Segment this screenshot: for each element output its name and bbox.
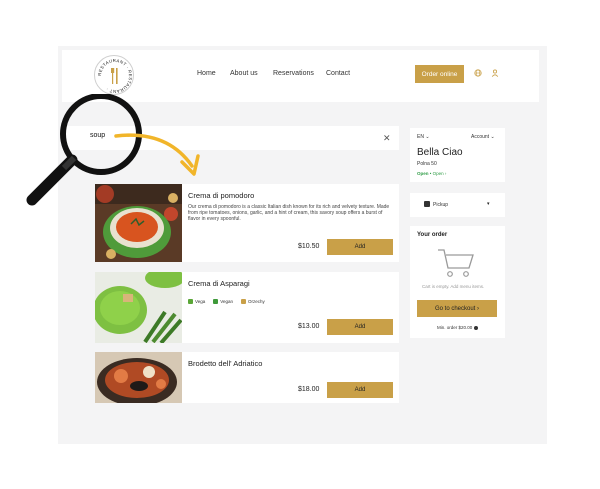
order-title: Your order bbox=[417, 232, 448, 238]
dish-card-brodetto[interactable]: Brodetto dell' Adriatico $18.00 Add bbox=[95, 352, 399, 403]
open-status: Open • Open › bbox=[417, 171, 447, 176]
restaurant-name: Bella Ciao bbox=[417, 147, 463, 158]
order-panel bbox=[410, 226, 505, 338]
cart-icon bbox=[438, 249, 474, 277]
fish-soup-image bbox=[95, 352, 182, 403]
add-button[interactable]: Add bbox=[327, 319, 393, 335]
vegan-icon bbox=[213, 299, 219, 304]
nut-icon bbox=[241, 299, 247, 304]
checkout-button[interactable]: Go to checkout › bbox=[417, 300, 497, 317]
clear-search-icon[interactable]: ✕ bbox=[383, 133, 391, 144]
caret-down-icon[interactable]: ▾ bbox=[487, 201, 490, 207]
account-menu[interactable]: Account ⌄ bbox=[471, 134, 495, 140]
bag-icon bbox=[424, 201, 430, 207]
dish-description: Our crema di pomodoro is a classic Itali… bbox=[188, 204, 390, 223]
add-button[interactable]: Add bbox=[327, 239, 393, 255]
screenshot-stage: RESTAURANT · RESTAURANT · Home About us … bbox=[0, 0, 600, 489]
nav-home[interactable]: Home bbox=[197, 70, 216, 77]
dish-tags: Vega Vegan Orzechy bbox=[188, 299, 265, 304]
restaurant-address: Polna 50 bbox=[417, 161, 437, 167]
dish-title: Crema di Asparagi bbox=[188, 279, 250, 288]
nav-about-us[interactable]: About us bbox=[230, 70, 258, 77]
arrow-annotation-icon bbox=[114, 133, 200, 176]
dish-title: Brodetto dell' Adriatico bbox=[188, 359, 263, 368]
restaurant-logo[interactable]: RESTAURANT · RESTAURANT · bbox=[94, 55, 134, 95]
pickup-select[interactable]: Pickup bbox=[433, 202, 448, 208]
fork-knife-icon bbox=[111, 68, 118, 84]
empty-cart-text: Cart is empty. Add menu items. bbox=[422, 284, 485, 289]
user-icon[interactable] bbox=[491, 69, 499, 77]
tag-vegan: Vegan bbox=[213, 299, 233, 304]
nav-contact[interactable]: Contact bbox=[326, 70, 350, 77]
globe-icon[interactable] bbox=[474, 69, 482, 77]
dish-title: Crema di pomodoro bbox=[188, 191, 255, 200]
dish-card-crema-di-asparagi[interactable]: Crema di Asparagi Vega Vegan Orzechy $13… bbox=[95, 272, 399, 343]
min-order-text: Min. order $20.00 bbox=[437, 325, 478, 330]
info-icon bbox=[473, 325, 478, 330]
leaf-icon bbox=[188, 299, 193, 304]
dish-price: $18.00 bbox=[298, 386, 320, 393]
tag-orzechy: Orzechy bbox=[241, 299, 265, 304]
language-select[interactable]: EN ⌄ bbox=[417, 134, 430, 140]
order-online-button[interactable]: Order online bbox=[415, 65, 464, 83]
dish-price: $13.00 bbox=[298, 323, 320, 330]
dish-price: $10.50 bbox=[298, 243, 320, 250]
tag-vega: Vega bbox=[188, 299, 205, 304]
nav-reservations[interactable]: Reservations bbox=[273, 70, 314, 77]
add-button[interactable]: Add bbox=[327, 382, 393, 398]
asparagus-soup-image bbox=[95, 272, 182, 343]
